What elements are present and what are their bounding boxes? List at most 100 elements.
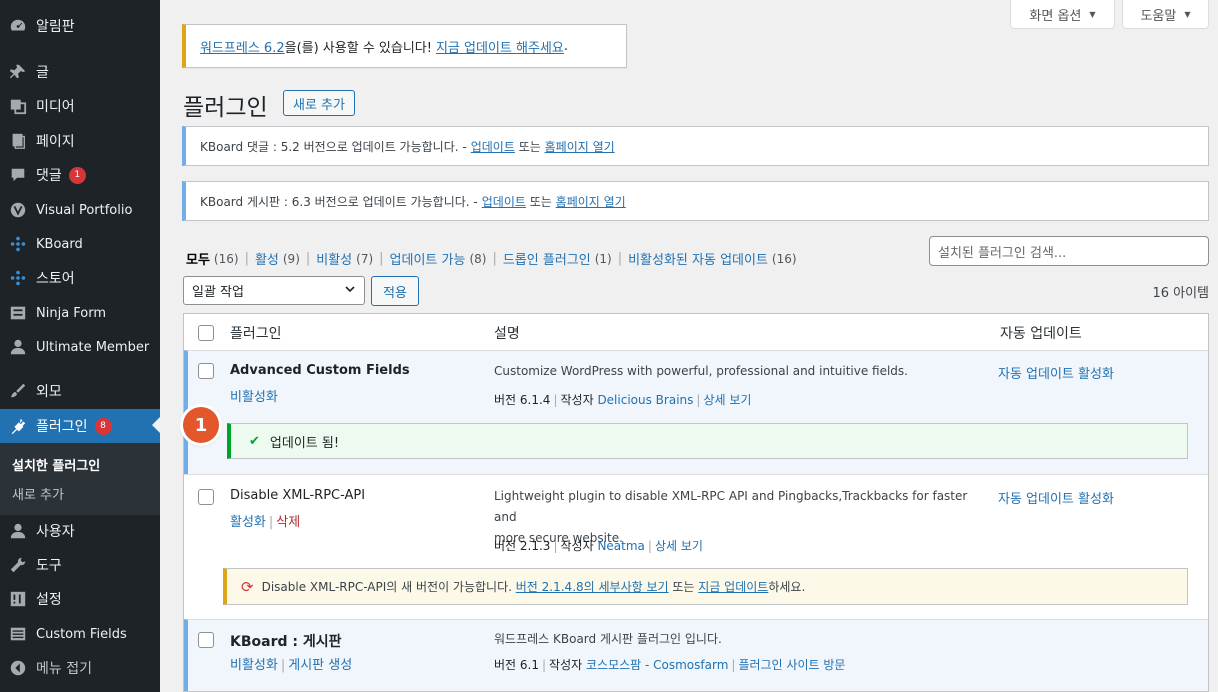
filter-dropins[interactable]: 드롭인 플러그인 [503, 249, 591, 268]
filter-inactive[interactable]: 비활성 [316, 249, 352, 268]
menu-ultimate-member[interactable]: Ultimate Member [0, 331, 160, 363]
filter-count: (16) [771, 251, 797, 266]
menu-label: 메뉴 접기 [36, 661, 92, 677]
plugin-search-input[interactable]: 설치된 플러그인 검색... [929, 236, 1209, 266]
author-link[interactable]: Delicious Brains [597, 393, 693, 407]
apply-button[interactable]: 적용 [371, 276, 419, 306]
menu-appearance[interactable]: 외모 [0, 375, 160, 407]
details-link[interactable]: 상세 보기 [655, 539, 703, 553]
menu-label: 글 [36, 65, 49, 81]
menu-label: 스토어 [36, 271, 75, 287]
menu-label: 알림판 [36, 19, 75, 35]
plugin-version: 버전 6.1 [494, 658, 539, 672]
brush-icon [0, 382, 36, 400]
plugin-name: Advanced Custom Fields [230, 363, 410, 378]
column-header-description: 설명 [494, 325, 520, 342]
update-nag-end: . [563, 38, 568, 54]
homepage-link[interactable]: 홈페이지 열기 [545, 138, 615, 155]
separator: | [553, 393, 558, 407]
submenu-installed-plugins[interactable]: 설치한 플러그인 [12, 455, 100, 474]
notice-text: KBoard 게시판 : 6.3 버전으로 업데이트 가능합니다. - [200, 194, 478, 209]
update-now-link[interactable]: 지금 업데이트 해주세요 [436, 37, 564, 56]
filter-count: (16) [213, 251, 239, 266]
filter-all[interactable]: 모두 [186, 249, 210, 268]
caret-down-icon: ▼ [1089, 9, 1096, 19]
add-new-plugin-button[interactable]: 새로 추가 [283, 90, 355, 116]
column-header-plugin[interactable]: 플러그인 [230, 314, 282, 351]
separator: | [541, 658, 547, 672]
separator: | [696, 393, 701, 407]
row-actions: 활성화 | 삭제 [230, 511, 300, 530]
update-link[interactable]: 업데이트 [482, 193, 526, 210]
homepage-link[interactable]: 홈페이지 열기 [556, 193, 626, 210]
deactivate-link[interactable]: 비활성화 [230, 390, 278, 405]
plugin-checkbox[interactable] [198, 363, 214, 379]
menu-dashboard[interactable]: 알림판 [0, 10, 160, 42]
filter-count: (1) [594, 251, 612, 266]
filter-count: (8) [469, 251, 487, 266]
menu-visual-portfolio[interactable]: Visual Portfolio [0, 194, 160, 226]
menu-settings[interactable]: 설정 [0, 583, 160, 615]
plugin-meta: 버전 6.1 | 작성자 코스모스팜 - Cosmosfarm | 플러그인 사이트 방… [494, 656, 845, 673]
menu-store[interactable]: 스토어 [0, 262, 160, 294]
menu-label: Ultimate Member [36, 339, 150, 355]
submenu-add-new[interactable]: 새로 추가 [12, 484, 64, 503]
by-label: 작성자 [560, 393, 594, 407]
author-link[interactable]: Neatma [597, 539, 644, 553]
separator: | [617, 251, 623, 266]
plugin-checkbox[interactable] [198, 632, 214, 648]
update-link[interactable]: 업데이트 [471, 138, 515, 155]
by-label: 작성자 [560, 539, 594, 553]
menu-label: 외모 [36, 384, 62, 400]
enable-auto-update-link[interactable]: 자동 업데이트 활성화 [998, 363, 1114, 382]
notice-text: Disable XML-RPC-API의 새 버전이 가능합니다. [261, 580, 516, 594]
row-actions: 비활성화 | 게시판 생성 [230, 654, 352, 673]
enable-auto-update-link[interactable]: 자동 업데이트 활성화 [998, 488, 1114, 507]
vp-icon [0, 201, 36, 219]
menu-label: 미디어 [36, 99, 75, 115]
separator: | [268, 515, 274, 530]
wordpress-version-link[interactable]: 워드프레스 6.2 [200, 37, 285, 56]
filter-auto-update-disabled[interactable]: 비활성화된 자동 업데이트 [628, 249, 768, 268]
plugin-row-acf: Advanced Custom Fields 비활성화 Customize Wo… [184, 350, 1208, 474]
filter-active[interactable]: 활성 [255, 249, 279, 268]
plugin-name: Disable XML-RPC-API [230, 488, 366, 503]
form-icon [0, 304, 36, 322]
core-update-notice: 워드프레스 6.2 을(를) 사용할 수 있습니다! 지금 업데이트 해주세요 … [182, 24, 627, 68]
activate-link[interactable]: 활성화 [230, 515, 266, 530]
plugin-site-link[interactable]: 플러그인 사이트 방문 [738, 658, 845, 672]
select-all-checkbox[interactable] [198, 325, 214, 341]
bulk-action-select[interactable]: 일괄 작업 [183, 276, 365, 305]
menu-plugins[interactable]: 플러그인 8 [0, 409, 160, 443]
menu-label: Custom Fields [36, 626, 127, 642]
plugin-checkbox[interactable] [198, 489, 214, 505]
menu-comments[interactable]: 댓글 1 [0, 159, 160, 191]
author-link[interactable]: 코스모스팜 - Cosmosfarm [586, 658, 728, 672]
page-icon [0, 132, 36, 150]
menu-collapse[interactable]: 메뉴 접기 [0, 652, 160, 684]
fields-icon [0, 625, 36, 643]
create-board-link[interactable]: 게시판 생성 [288, 658, 352, 673]
menu-tools[interactable]: 도구 [0, 549, 160, 581]
update-now-link[interactable]: 지금 업데이트 [698, 578, 768, 595]
view-details-link[interactable]: 버전 2.1.4.8의 세부사항 보기 [516, 578, 669, 595]
menu-kboard[interactable]: KBoard [0, 228, 160, 260]
screen-options-label: 화면 옵션 [1029, 8, 1082, 24]
menu-media[interactable]: 미디어 [0, 90, 160, 122]
deactivate-link[interactable]: 비활성화 [230, 658, 278, 673]
menu-pages[interactable]: 페이지 [0, 125, 160, 157]
screen-options-button[interactable]: 화면 옵션 ▼ [1010, 0, 1115, 29]
filter-update-available[interactable]: 업데이트 가능 [390, 249, 466, 268]
menu-label: KBoard [36, 236, 83, 252]
details-link[interactable]: 상세 보기 [703, 393, 751, 407]
notice-mid: 또는 [514, 139, 545, 154]
menu-posts[interactable]: 글 [0, 56, 160, 88]
menu-custom-fields[interactable]: Custom Fields [0, 618, 160, 650]
delete-link[interactable]: 삭제 [276, 515, 300, 530]
menu-users[interactable]: 사용자 [0, 515, 160, 547]
menu-label: 댓글 [36, 168, 62, 184]
menu-ninja-form[interactable]: Ninja Form [0, 297, 160, 329]
caret-down-icon: ▼ [1184, 9, 1191, 19]
wrench-icon [0, 556, 36, 574]
help-button[interactable]: 도움말 ▼ [1122, 0, 1209, 29]
